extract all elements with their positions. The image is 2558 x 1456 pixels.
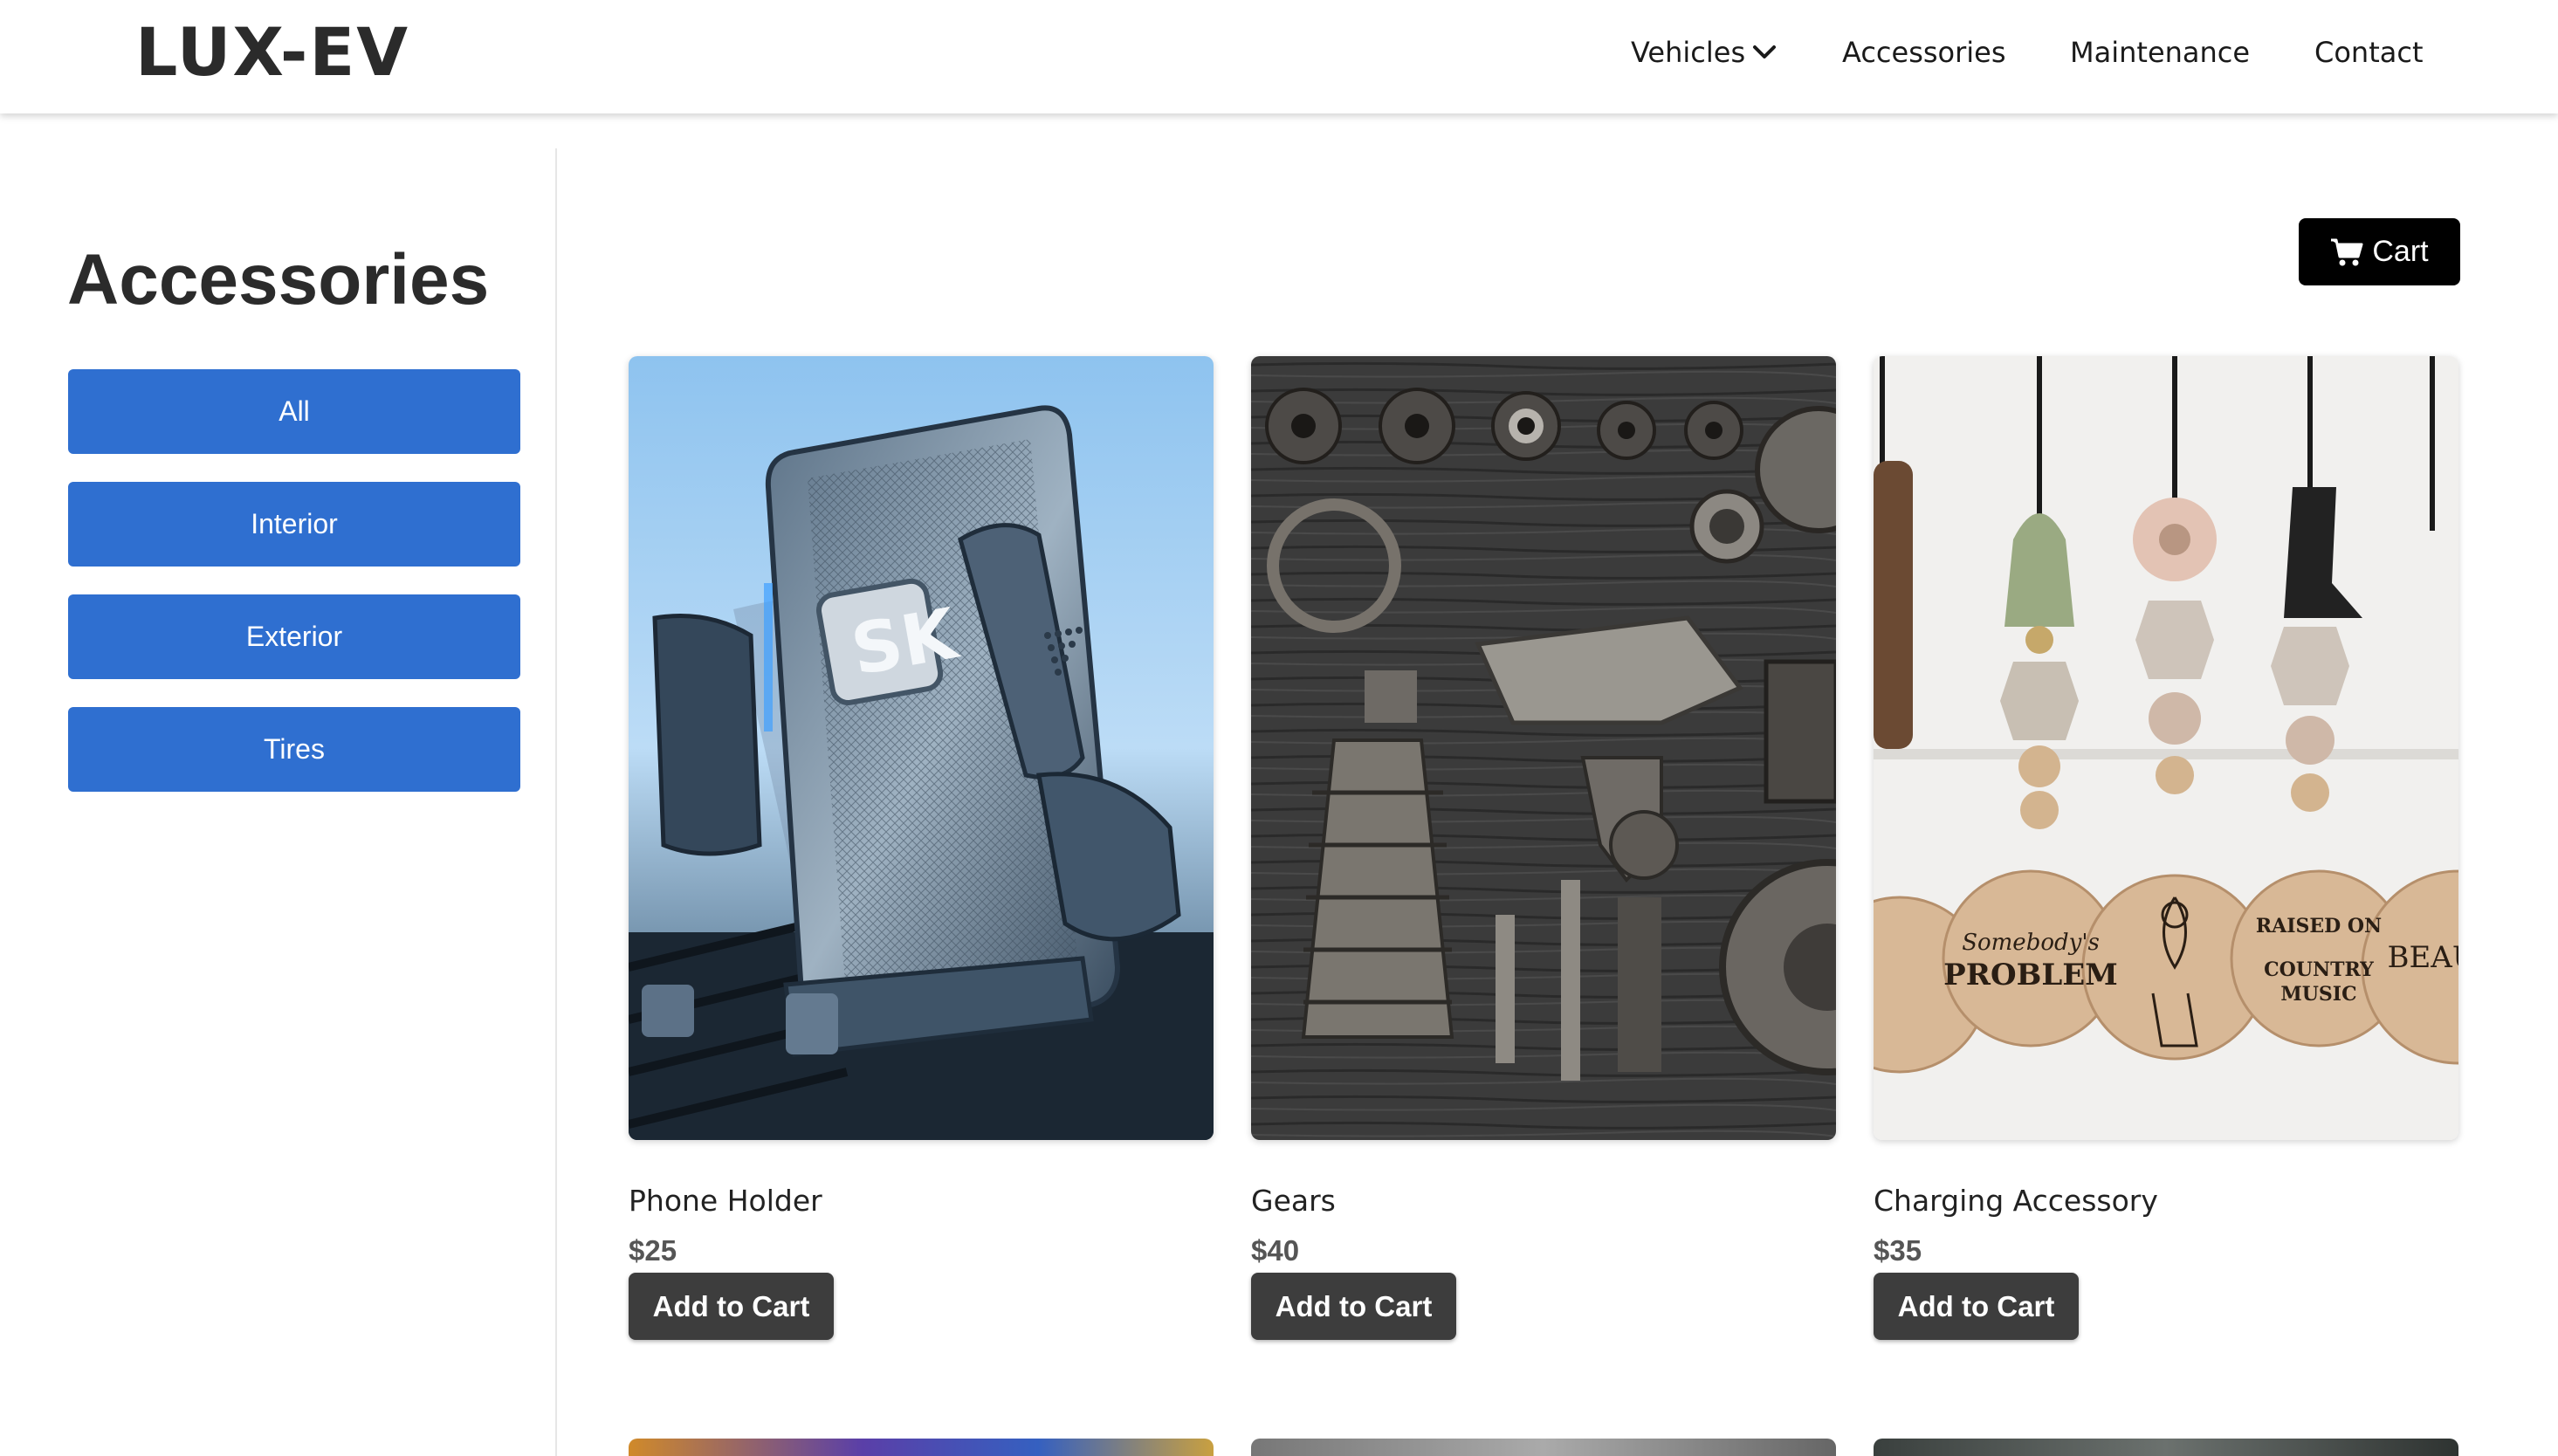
cart-icon bbox=[2331, 238, 2363, 265]
product-name: Charging Accessory bbox=[1874, 1184, 2158, 1218]
filter-exterior-button[interactable]: Exterior bbox=[68, 594, 520, 679]
add-to-cart-button[interactable]: Add to Cart bbox=[629, 1273, 834, 1340]
page-title: Accessories bbox=[67, 240, 490, 319]
phone-holder-image[interactable]: SK bbox=[629, 356, 1214, 1140]
charging-accessory-photo: Somebody's PROBLEM RAISED ON COUNTRY MUS… bbox=[1874, 356, 2458, 1140]
filter-tires-button[interactable]: Tires bbox=[68, 707, 520, 792]
product-image-partial[interactable] bbox=[1874, 1439, 2458, 1456]
charging-accessory-image[interactable]: Somebody's PROBLEM RAISED ON COUNTRY MUS… bbox=[1874, 356, 2458, 1140]
nav-accessories[interactable]: Accessories bbox=[1842, 35, 2006, 70]
add-to-cart-button[interactable]: Add to Cart bbox=[1874, 1273, 2079, 1340]
add-to-cart-button[interactable]: Add to Cart bbox=[1251, 1273, 1456, 1340]
cart-label: Cart bbox=[2372, 235, 2429, 268]
product-name: Gears bbox=[1251, 1184, 1336, 1218]
product-price: $35 bbox=[1874, 1234, 1922, 1267]
product-price: $40 bbox=[1251, 1234, 1300, 1267]
site-header: LUX-EV Vehicles Accessories Maintenance … bbox=[0, 0, 2558, 113]
nav-vehicles[interactable]: Vehicles bbox=[1631, 35, 1777, 70]
nav-maintenance[interactable]: Maintenance bbox=[2070, 35, 2250, 70]
gears-image[interactable] bbox=[1251, 356, 1836, 1140]
svg-text:BEAU: BEAU bbox=[2387, 940, 2458, 975]
filter-interior-button[interactable]: Interior bbox=[68, 482, 520, 567]
product-image-partial[interactable] bbox=[629, 1439, 1214, 1456]
phone-holder-photo: SK bbox=[629, 356, 1214, 1140]
nav-vehicles-label: Vehicles bbox=[1631, 36, 1746, 69]
svg-text:PROBLEM: PROBLEM bbox=[1943, 958, 2118, 992]
chevron-down-icon bbox=[1753, 45, 1777, 58]
filter-all-button[interactable]: All bbox=[68, 369, 520, 454]
cart-button[interactable]: Cart bbox=[2299, 218, 2460, 285]
main-nav: Vehicles Accessories Maintenance Contact bbox=[0, 35, 2558, 79]
product-price: $25 bbox=[629, 1234, 677, 1267]
nav-contact[interactable]: Contact bbox=[2314, 35, 2424, 70]
svg-text:COUNTRY: COUNTRY bbox=[2264, 958, 2374, 981]
svg-text:RAISED ON: RAISED ON bbox=[2256, 915, 2382, 937]
sidebar-divider bbox=[555, 148, 557, 1456]
gears-photo bbox=[1251, 356, 1836, 1140]
svg-text:Somebody's: Somebody's bbox=[1962, 930, 2100, 956]
svg-text:MUSIC: MUSIC bbox=[2280, 983, 2356, 1006]
product-name: Phone Holder bbox=[629, 1184, 822, 1218]
product-image-partial[interactable] bbox=[1251, 1439, 1836, 1456]
